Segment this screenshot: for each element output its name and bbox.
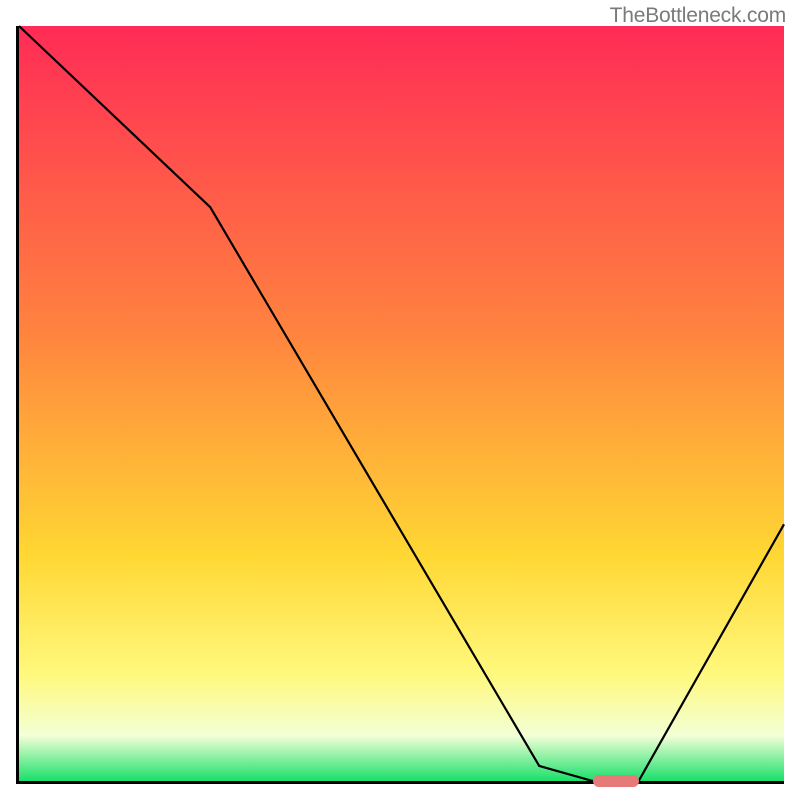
- watermark-text: TheBottleneck.com: [610, 4, 786, 28]
- chart-line-path: [19, 26, 784, 781]
- chart-line-series: [19, 26, 784, 781]
- chart-plot-area: [16, 26, 784, 784]
- minimum-marker: [593, 775, 639, 787]
